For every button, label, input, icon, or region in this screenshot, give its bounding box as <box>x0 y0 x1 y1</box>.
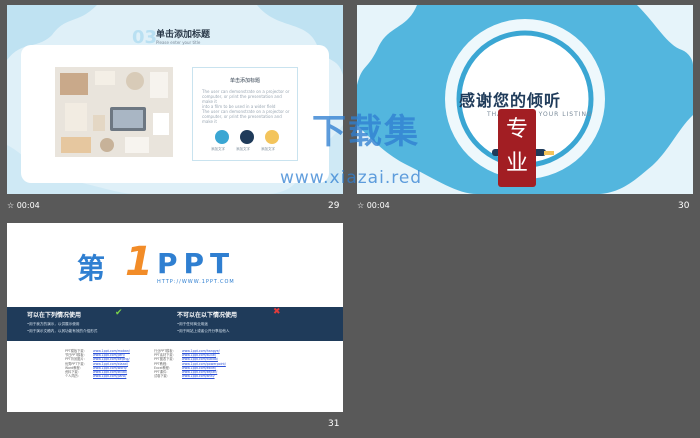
check-icon: ✔ <box>115 308 123 318</box>
card-icon-1 <box>215 130 229 144</box>
thanks-title: 感谢您的倾听 <box>459 91 562 110</box>
resource-link[interactable]: www.1ppt.com/shiti/ <box>182 374 226 378</box>
allowed-title: 可以在下列情况使用 <box>27 312 82 319</box>
slide-29-title: 单击添加标题 <box>156 30 211 40</box>
logo-ppt: PPT <box>157 247 236 280</box>
forbidden-item: •用于网站上或者公开分享给他人 <box>177 329 230 333</box>
link-label: 试卷下载： <box>154 374 170 379</box>
watermark-text: 下载集 <box>312 112 420 152</box>
cross-icon: ✖ <box>273 307 281 317</box>
slide-thumbnail-31[interactable]: 第 1 PPT HTTP://WWW.1PPT.COM 可以在下列情况使用 ✔ … <box>7 223 343 412</box>
forbidden-title: 不可以在以下情况使用 <box>177 312 238 319</box>
slide-29-timing: ☆ 00:04 <box>7 201 40 210</box>
allowed-item: •用于我方的演示，以供展示使用 <box>27 322 80 326</box>
card-text-line: computer, or print the presentation and … <box>202 114 282 124</box>
watermark-url: www.xiazai.red <box>280 168 423 188</box>
card-icon-3 <box>265 130 279 144</box>
links-left: www.1ppt.com/moban/ www.1ppt.com/jieri/ … <box>93 349 130 378</box>
links-left-labels: PPT模板下载： 节日PPT模板： PPT背景图片： 优秀PPT下载： Word… <box>65 349 87 378</box>
card-icon-2 <box>240 130 254 144</box>
usage-banner: 可以在下列情况使用 ✔ •用于我方的演示，以供展示使用 •用于演示文稿内，以其功… <box>7 307 343 341</box>
slide-timing: 00:04 <box>16 201 40 210</box>
resource-link[interactable]: www.1ppt.com/jianli/ <box>93 374 130 378</box>
slide-number-30: 30 <box>678 201 690 211</box>
timing-icon: ☆ <box>357 201 365 210</box>
section-number-badge: 03 <box>132 27 158 48</box>
logo-url: HTTP://WWW.1PPT.COM <box>157 279 235 285</box>
card-title: 单击添加标题 <box>229 78 260 84</box>
office-desk-photo <box>55 67 173 157</box>
watermark-seal: 专业 <box>498 109 536 187</box>
accent-bar-orange <box>544 151 554 155</box>
logo-word: 第 <box>77 252 106 285</box>
card-button-label: 添加文字 <box>236 147 250 151</box>
card-body-text: The user can demonstrate on a projector … <box>202 89 294 124</box>
slide-thumbnail-29[interactable]: 03 单击添加标题 Please enter your title 单击添加标题… <box>7 5 343 194</box>
link-label: 个人简历： <box>65 374 81 379</box>
slide-number-31: 31 <box>328 419 340 429</box>
link-label: PPT背景图片： <box>65 357 87 362</box>
timing-icon: ☆ <box>7 201 15 210</box>
slide-30-timing: ☆ 00:04 <box>357 201 390 210</box>
card-button-label: 添加文字 <box>261 147 275 151</box>
links-right-labels: 行业PPT模板： PPT素材下载： PPT图表下载： PPT教程： Excel教… <box>154 349 176 378</box>
links-right: www.1ppt.com/hangye/ www.1ppt.com/sucai/… <box>182 349 226 378</box>
card-text-line: computer, or print the presentation and … <box>202 94 282 104</box>
watermark-seal-text: 专业 <box>505 117 528 176</box>
allowed-item: •用于演示文稿内，以其功能有效的介绍形式 <box>27 329 98 333</box>
content-card: 单击添加标题 The user can demonstrate on a pro… <box>192 67 298 161</box>
logo-one: 1 <box>125 239 153 285</box>
slide-timing: 00:04 <box>366 201 390 210</box>
resource-link[interactable]: www.1ppt.com/beijing/ <box>93 357 130 361</box>
card-button-label: 添加文字 <box>211 147 225 151</box>
forbidden-item: •用于任何商业用途 <box>177 322 208 326</box>
slide-number-29: 29 <box>328 201 340 211</box>
link-label: PPT图表下载： <box>154 357 176 362</box>
slide-29-subtitle: Please enter your title <box>156 40 201 45</box>
